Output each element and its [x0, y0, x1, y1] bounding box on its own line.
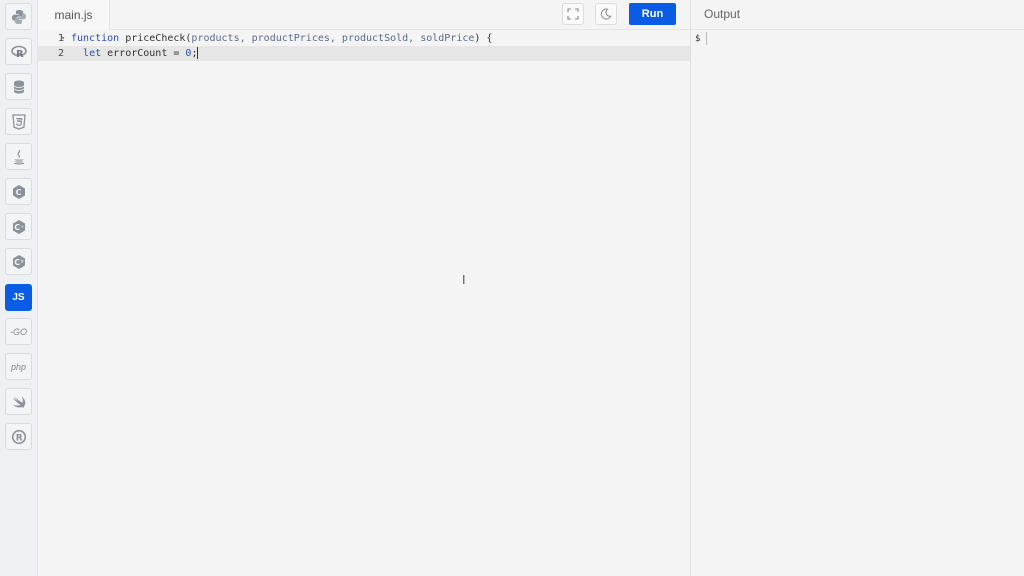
- run-button[interactable]: Run: [629, 3, 676, 25]
- swift-icon: [12, 395, 25, 408]
- code-text: let errorCount = 0;: [71, 46, 199, 61]
- code-text: function priceCheck(products, productPri…: [71, 31, 492, 46]
- fullscreen-button[interactable]: [562, 3, 584, 25]
- php-icon: php: [10, 361, 27, 372]
- js-icon: JS: [12, 292, 25, 303]
- terminal-console[interactable]: $: [691, 31, 1024, 576]
- cpp-button[interactable]: C +: [5, 213, 32, 240]
- editor-toolbar: main.js Run: [38, 0, 690, 30]
- html5-icon: [11, 113, 26, 130]
- keyword-token: function: [71, 33, 120, 44]
- database-icon: [13, 80, 24, 93]
- go-icon: -GO: [10, 326, 27, 337]
- keyword-token: let: [83, 48, 102, 59]
- function-name-token: priceCheck(: [119, 33, 192, 44]
- swift-button[interactable]: [5, 388, 32, 415]
- python-button[interactable]: [5, 3, 32, 30]
- params-token: products, productPrices, productSold, so…: [191, 33, 475, 44]
- java-button[interactable]: [5, 143, 32, 170]
- rust-button[interactable]: R: [5, 423, 32, 450]
- dark-mode-toggle[interactable]: [595, 3, 617, 25]
- file-name: main.js: [54, 8, 93, 22]
- code-line-active: 2 let errorCount = 0;: [38, 46, 690, 61]
- punct-token: ) {: [474, 33, 493, 44]
- javascript-button[interactable]: JS: [5, 284, 32, 311]
- html-button[interactable]: [5, 108, 32, 135]
- rust-icon: R: [11, 429, 26, 444]
- svg-text:R: R: [15, 433, 22, 443]
- terminal-caret: [706, 32, 707, 45]
- text-caret: [197, 47, 199, 59]
- c-icon: C: [12, 184, 25, 199]
- ibeam-cursor-icon: I: [462, 273, 466, 287]
- python-icon: [11, 9, 26, 24]
- fold-arrow-icon[interactable]: ▾: [61, 31, 65, 46]
- indent-token: [71, 48, 83, 59]
- cpp-icon: C +: [12, 219, 25, 234]
- c-button[interactable]: C: [5, 178, 32, 205]
- svg-text:R: R: [16, 49, 24, 60]
- code-editor[interactable]: 1 ▾ function priceCheck(products, produc…: [38, 30, 690, 576]
- file-tab-main-js[interactable]: main.js: [38, 0, 110, 30]
- output-panel: Output $: [690, 0, 1024, 576]
- csharp-button[interactable]: C #: [5, 248, 32, 275]
- java-icon: [13, 149, 24, 164]
- svg-text:+: +: [20, 224, 24, 230]
- terminal-prompt: $: [695, 34, 701, 44]
- code-token: errorCount =: [101, 48, 186, 59]
- svg-text:C: C: [15, 188, 21, 197]
- moon-icon: [600, 8, 612, 20]
- go-button[interactable]: -GO: [5, 318, 32, 345]
- php-button[interactable]: php: [5, 353, 32, 380]
- csharp-icon: C #: [12, 254, 25, 269]
- code-line: 1 ▾ function priceCheck(products, produc…: [38, 31, 690, 46]
- sql-button[interactable]: [5, 73, 32, 100]
- r-button[interactable]: R: [5, 38, 32, 65]
- fullscreen-icon: [567, 8, 579, 20]
- output-title: Output: [691, 0, 1024, 30]
- svg-text:#: #: [20, 259, 24, 265]
- line-number: 2: [57, 48, 64, 59]
- language-sidebar: R C C + C # JS -GO php R: [0, 0, 38, 576]
- r-icon: R: [10, 45, 27, 60]
